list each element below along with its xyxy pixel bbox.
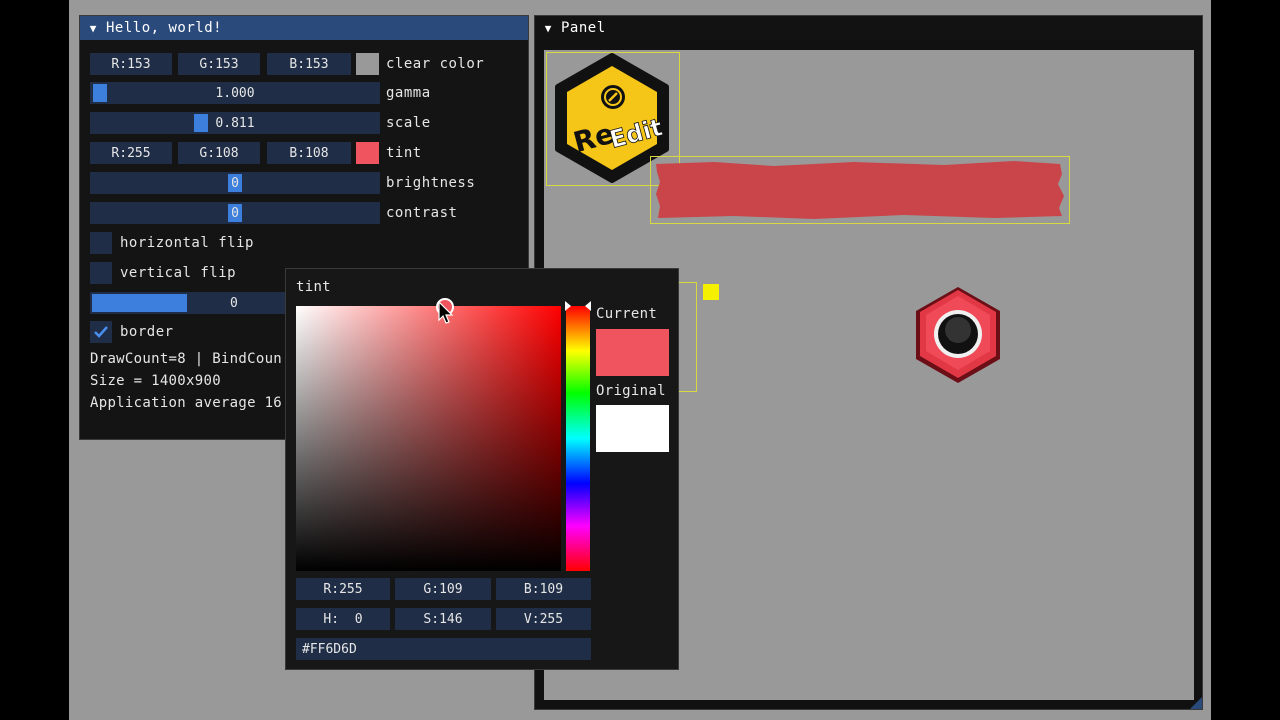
clear-color-label: clear color <box>386 56 485 72</box>
tint-label: tint <box>386 145 422 161</box>
picker-title: tint <box>296 279 331 295</box>
brightness-value: 0 <box>231 175 239 191</box>
border-label: border <box>120 324 174 340</box>
scale-slider[interactable]: 0.811 <box>90 112 380 134</box>
tint-g-field[interactable]: G:108 <box>178 142 260 164</box>
hue-marker-right-icon <box>585 301 591 311</box>
clear-color-b-field[interactable]: B:153 <box>267 53 351 75</box>
saturation-value-square[interactable] <box>296 306 561 571</box>
hue-bar[interactable] <box>566 306 590 571</box>
mouse-pointer-icon <box>438 301 454 324</box>
size-text: Size = 1400x900 <box>90 373 221 389</box>
gamma-value: 1.000 <box>215 85 255 101</box>
collapse-triangle-icon[interactable]: ▼ <box>535 22 561 35</box>
collapse-triangle-icon[interactable]: ▼ <box>80 22 106 35</box>
brightness-label: brightness <box>386 175 476 191</box>
window-titlebar[interactable]: ▼ Hello, world! <box>80 16 528 40</box>
tint-r-field[interactable]: R:255 <box>90 142 172 164</box>
clear-color-r-field[interactable]: R:153 <box>90 53 172 75</box>
current-label: Current <box>596 306 658 322</box>
red-nut-sprite[interactable] <box>912 284 1004 386</box>
panel-title: Panel <box>561 20 606 36</box>
original-color-swatch[interactable] <box>596 405 669 452</box>
vertical-flip-checkbox[interactable] <box>90 262 112 284</box>
gamma-slider[interactable]: 1.000 <box>90 82 380 104</box>
contrast-value: 0 <box>231 205 239 221</box>
red-tape-sprite[interactable] <box>654 160 1066 220</box>
tint-swatch[interactable] <box>356 142 379 164</box>
scale-grab[interactable] <box>194 114 208 132</box>
app-average-text: Application average 16 <box>90 395 283 411</box>
color-picker-popup: tint Current Original R:255 G:109 B:109 … <box>285 268 679 670</box>
picker-g-field[interactable]: G:109 <box>395 578 491 600</box>
horizontal-flip-label: horizontal flip <box>120 235 254 251</box>
picker-b-field[interactable]: B:109 <box>496 578 591 600</box>
scale-value: 0.811 <box>215 115 255 131</box>
vertical-flip-label: vertical flip <box>120 265 237 281</box>
picker-h-field[interactable]: H: 0 <box>296 608 390 630</box>
contrast-slider[interactable]: 0 <box>90 202 380 224</box>
hue-marker-left-icon <box>565 301 571 311</box>
current-color-swatch <box>596 329 669 376</box>
clear-color-g-field[interactable]: G:153 <box>178 53 260 75</box>
original-label: Original <box>596 383 666 399</box>
picker-r-field[interactable]: R:255 <box>296 578 390 600</box>
scale-label: scale <box>386 115 431 131</box>
contrast-label: contrast <box>386 205 458 221</box>
drawcount-text: DrawCount=8 | BindCoun <box>90 351 283 367</box>
window-title: Hello, world! <box>106 20 223 36</box>
progress-value: 0 <box>230 295 238 311</box>
picker-s-field[interactable]: S:146 <box>395 608 491 630</box>
checkmark-icon <box>94 326 108 338</box>
horizontal-flip-checkbox[interactable] <box>90 232 112 254</box>
gamma-grab[interactable] <box>93 84 107 102</box>
panel-titlebar[interactable]: ▼ Panel <box>535 16 1202 40</box>
border-checkbox[interactable] <box>90 321 112 343</box>
gamma-label: gamma <box>386 85 431 101</box>
handle-square[interactable] <box>703 284 719 300</box>
picker-hex-field[interactable]: #FF6D6D <box>296 638 591 660</box>
brightness-slider[interactable]: 0 <box>90 172 380 194</box>
tint-b-field[interactable]: B:108 <box>267 142 351 164</box>
clear-color-swatch[interactable] <box>356 53 379 75</box>
progress-fill <box>92 294 187 312</box>
resize-grip-icon[interactable] <box>1190 697 1202 709</box>
picker-v-field[interactable]: V:255 <box>496 608 591 630</box>
